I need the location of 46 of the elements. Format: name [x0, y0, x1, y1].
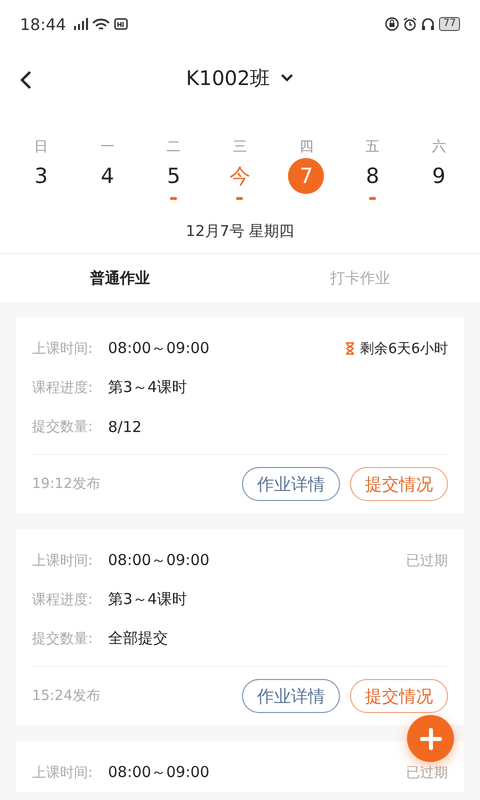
- time-remaining: 剩余6天6小时: [360, 340, 448, 358]
- date-button[interactable]: 4: [89, 158, 126, 194]
- field-label: 上课时间:: [32, 552, 94, 570]
- weekday-label: 四: [299, 138, 314, 157]
- signal-icon: [72, 18, 88, 30]
- plus-icon: [420, 728, 442, 750]
- field-value: 全部提交: [108, 629, 168, 648]
- details-button[interactable]: 作业详情: [242, 467, 340, 501]
- class-title[interactable]: K1002班: [186, 64, 270, 92]
- battery-icon: 77: [439, 17, 460, 31]
- alarm-icon: [403, 17, 418, 31]
- field-value: 08:00～09:00: [108, 763, 210, 782]
- chevron-down-icon: [280, 73, 294, 83]
- field-label: 上课时间:: [32, 340, 94, 358]
- date-button[interactable]: 3: [23, 158, 60, 194]
- weekday-label: 日: [34, 138, 48, 157]
- field-label: 课程进度:: [32, 378, 94, 396]
- weekday-label: 六: [432, 138, 446, 157]
- hourglass-icon: [345, 342, 356, 355]
- clock-time: 18:44: [20, 14, 66, 34]
- date-button[interactable]: 8: [354, 158, 391, 194]
- publish-time: 19:12发布: [32, 475, 100, 493]
- field-value: 第3～4课时: [108, 590, 188, 609]
- field-value: 08:00～09:00: [108, 551, 210, 570]
- field-label: 课程进度:: [32, 590, 94, 608]
- date-caption: 12月7号 星期四: [184, 221, 296, 242]
- publish-time: 15:24发布: [32, 687, 100, 705]
- field-value: 8/12: [108, 418, 142, 436]
- expired-label: 已过期: [406, 552, 448, 570]
- date-button[interactable]: 5: [156, 158, 192, 194]
- back-icon: [20, 70, 32, 90]
- headphones-icon: [421, 17, 436, 31]
- wifi-icon: [92, 18, 110, 30]
- details-button[interactable]: 作业详情: [242, 679, 340, 713]
- field-value: 第3～4课时: [108, 378, 188, 397]
- weekday-label: 一: [100, 138, 114, 157]
- field-value: 08:00～09:00: [108, 339, 210, 358]
- field-label: 提交数量:: [32, 630, 94, 648]
- weekday-label: 三: [232, 138, 247, 157]
- expired-label: 已过期: [406, 764, 448, 782]
- date-button[interactable]: 9: [420, 158, 457, 194]
- field-label: 上课时间:: [32, 764, 94, 782]
- weekday-label: 二: [166, 138, 181, 157]
- weekday-label: 五: [366, 138, 380, 157]
- field-label: 提交数量:: [32, 418, 94, 436]
- lock-icon: [385, 17, 400, 31]
